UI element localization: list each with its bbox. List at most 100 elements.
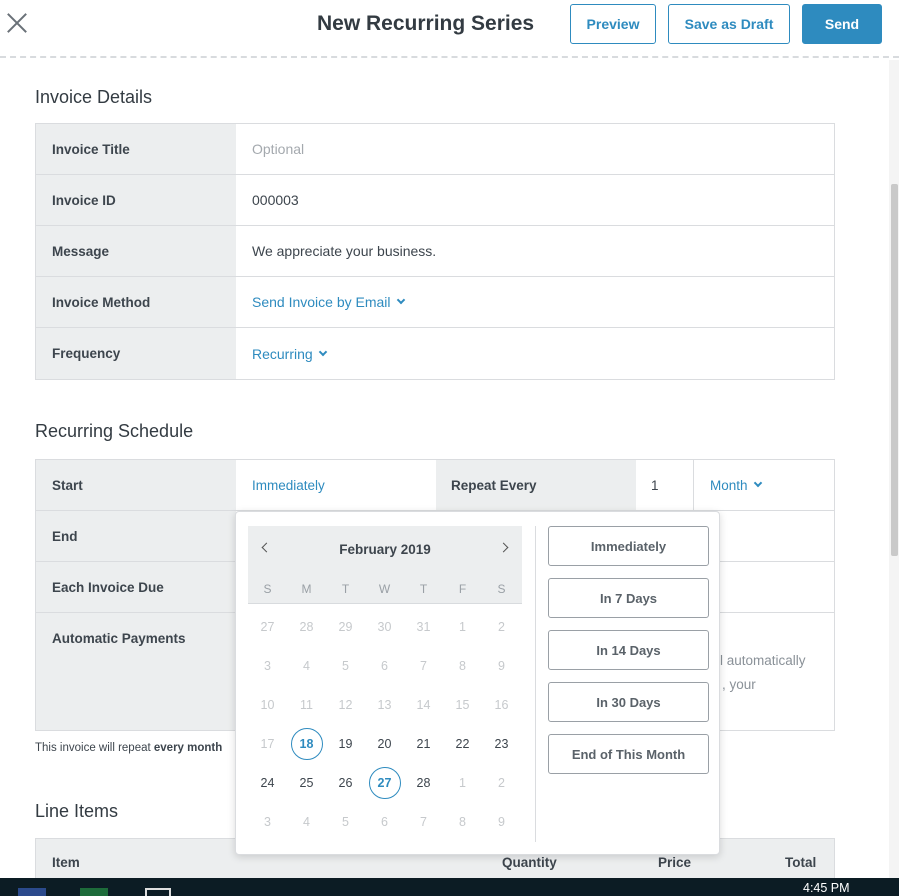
close-icon[interactable] xyxy=(6,12,28,34)
end-label: End xyxy=(36,511,236,561)
repeat-every-label: Repeat Every xyxy=(436,460,636,510)
invoice-method-row: Invoice Method Send Invoice by Email xyxy=(36,277,834,328)
calendar-day: 31 xyxy=(416,620,431,634)
weekday-label: T xyxy=(341,582,350,596)
weekday-label: S xyxy=(497,582,506,596)
invoice-method-label: Invoice Method xyxy=(36,277,236,327)
chevron-down-icon[interactable] xyxy=(396,295,405,305)
calendar-header: February 2019 xyxy=(248,526,522,572)
autopay-description-fragment: l automatically xyxy=(720,653,806,668)
calendar-day: 29 xyxy=(338,620,353,634)
page-title: New Recurring Series xyxy=(317,12,535,35)
frequency-value[interactable]: Recurring xyxy=(252,346,313,362)
calendar-day: 6 xyxy=(381,815,388,829)
top-bar: New Recurring Series Preview Save as Dra… xyxy=(0,0,899,58)
calendar-day: 10 xyxy=(260,698,275,712)
message-input[interactable]: We appreciate your business. xyxy=(236,226,834,276)
invoice-method-select[interactable]: Send Invoice by Email xyxy=(236,277,834,327)
calendar-day[interactable]: 28 xyxy=(404,768,443,798)
quick-option-button[interactable]: In 30 Days xyxy=(548,682,709,722)
calendar-day[interactable]: 21 xyxy=(404,729,443,759)
autopay-description-fragment: , your xyxy=(722,677,756,692)
popover-divider xyxy=(535,526,536,842)
invoice-id-label: Invoice ID xyxy=(36,175,236,225)
calendar-day[interactable]: 26 xyxy=(326,768,365,798)
weekday-header: SMTWTFS xyxy=(248,572,522,604)
invoice-title-row: Invoice Title Optional xyxy=(36,124,834,175)
repeat-note-prefix: This invoice will repeat xyxy=(35,742,154,754)
message-row: Message We appreciate your business. xyxy=(36,226,834,277)
calendar-day: 28 xyxy=(299,620,314,634)
chevron-down-icon[interactable] xyxy=(318,347,327,356)
calendar-day[interactable]: 18 xyxy=(287,728,326,760)
app-icon[interactable] xyxy=(80,888,108,896)
calendar-day[interactable]: 20 xyxy=(365,729,404,759)
calendar-month-label: February 2019 xyxy=(339,542,431,557)
preview-button[interactable]: Preview xyxy=(570,4,656,44)
calendar-day: 5 xyxy=(342,815,349,829)
repeat-unit-select[interactable]: Month xyxy=(710,460,762,510)
calendar-day: 5 xyxy=(342,659,349,673)
calendar-day[interactable]: 27 xyxy=(365,767,404,799)
invoice-title-label: Invoice Title xyxy=(36,124,236,174)
calendar-day: 7 xyxy=(420,659,427,673)
invoice-details-heading: Invoice Details xyxy=(35,87,153,107)
quick-option-button[interactable]: In 7 Days xyxy=(548,578,709,618)
calendar-day[interactable]: 23 xyxy=(482,729,521,759)
frequency-row: Frequency Recurring xyxy=(36,328,834,379)
automatic-payments-label: Automatic Payments xyxy=(36,613,236,730)
weekday-label: W xyxy=(378,582,391,596)
calendar-day: 30 xyxy=(377,620,392,634)
col-price: Price xyxy=(658,855,692,870)
calendar-day: 8 xyxy=(459,659,466,673)
repeat-unit-value[interactable]: Month xyxy=(710,478,748,493)
invoice-id-input[interactable]: 000003 xyxy=(236,175,834,225)
each-invoice-due-label: Each Invoice Due xyxy=(36,562,236,612)
invoice-details-table: Invoice Title Optional Invoice ID 000003… xyxy=(35,123,835,380)
calendar-day: 1 xyxy=(459,620,466,634)
line-items-heading: Line Items xyxy=(35,801,119,821)
taskbar-clock: 4:45 PM xyxy=(803,881,850,895)
calendar-day: 1 xyxy=(459,776,466,790)
invoice-title-input[interactable]: Optional xyxy=(236,124,834,174)
save-draft-button[interactable]: Save as Draft xyxy=(668,4,790,44)
col-quantity: Quantity xyxy=(502,855,557,870)
invoice-id-row: Invoice ID 000003 xyxy=(36,175,834,226)
os-taskbar xyxy=(0,878,899,896)
calendar-day: 11 xyxy=(300,698,313,712)
repeat-summary-note: This invoice will repeat every month xyxy=(35,742,222,754)
calendar-day: 3 xyxy=(264,659,271,673)
calendar-day: 6 xyxy=(381,659,388,673)
calendar-day: 13 xyxy=(377,698,392,712)
start-label: Start xyxy=(36,460,236,510)
calendar-day[interactable]: 24 xyxy=(248,768,287,798)
chevron-down-icon[interactable] xyxy=(753,478,762,488)
repeat-count-input[interactable]: 1 xyxy=(636,460,694,510)
selected-day[interactable]: 27 xyxy=(368,767,401,799)
quick-option-button[interactable]: In 14 Days xyxy=(548,630,709,670)
quick-option-button[interactable]: Immediately xyxy=(548,526,709,566)
start-select[interactable]: Immediately xyxy=(252,460,325,510)
window-icon[interactable] xyxy=(145,888,171,896)
calendar-day[interactable]: 25 xyxy=(287,768,326,798)
calendar-day: 7 xyxy=(420,815,427,829)
frequency-label: Frequency xyxy=(36,328,236,379)
calendar-day: 17 xyxy=(260,737,275,751)
send-button[interactable]: Send xyxy=(802,4,882,44)
weekday-label: S xyxy=(263,582,272,596)
quick-option-button[interactable]: End of This Month xyxy=(548,734,709,774)
app-icon[interactable] xyxy=(18,888,46,896)
start-date-popover: February 2019 SMTWTFS 27 28 29 30 31 1 2 3 4 5 6 7 8… xyxy=(235,511,720,855)
today-day[interactable]: 18 xyxy=(290,728,323,760)
scrollbar-thumb[interactable] xyxy=(891,184,898,556)
calendar-day[interactable]: 22 xyxy=(443,729,482,759)
calendar-day: 12 xyxy=(338,698,353,712)
invoice-method-value[interactable]: Send Invoice by Email xyxy=(252,294,391,310)
message-label: Message xyxy=(36,226,236,276)
calendar-day: 4 xyxy=(303,659,310,673)
recurring-schedule-heading: Recurring Schedule xyxy=(35,421,194,441)
frequency-select[interactable]: Recurring xyxy=(236,328,834,379)
calendar-day: 15 xyxy=(455,698,470,712)
col-item: Item xyxy=(52,855,80,870)
calendar-day[interactable]: 19 xyxy=(326,729,365,759)
